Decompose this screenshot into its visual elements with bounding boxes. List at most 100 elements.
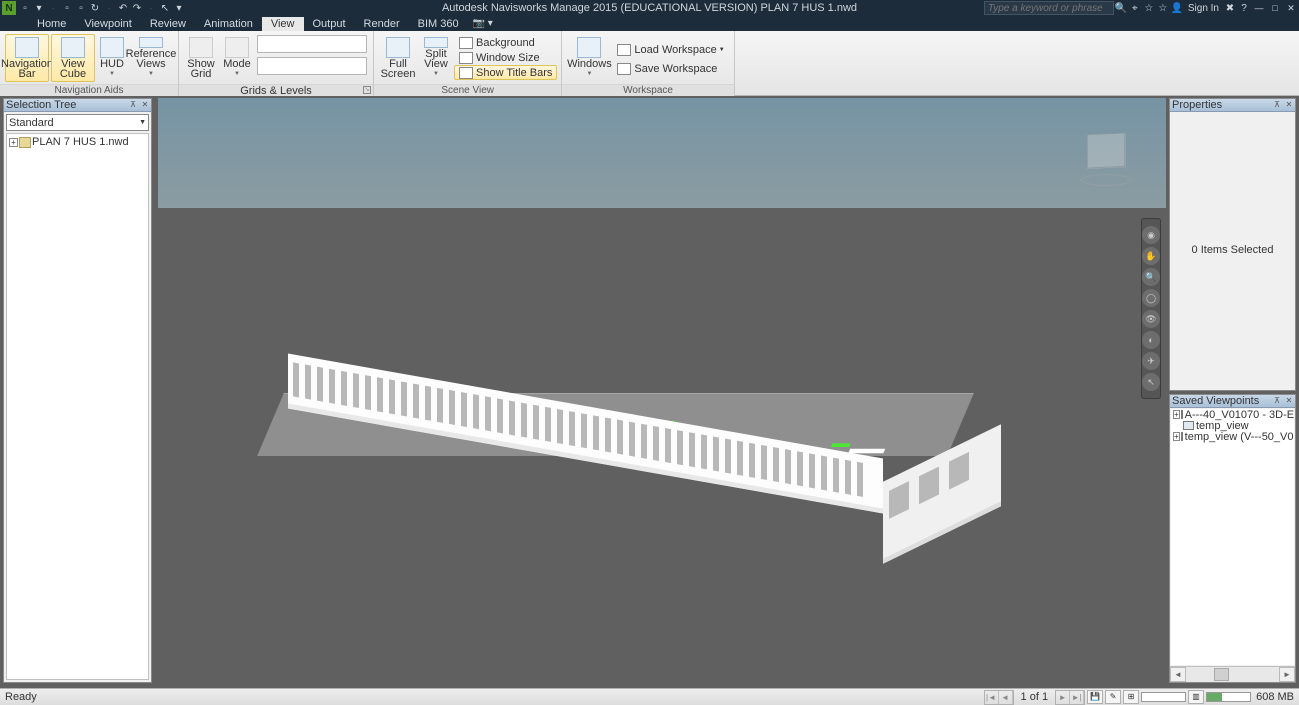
selection-tree-filter-combo[interactable]: Standard▼ (6, 114, 149, 131)
navigation-bar-button[interactable]: Navigation Bar (5, 34, 49, 82)
next-sheet-button[interactable]: ► (1056, 691, 1070, 704)
nav-orbit-icon[interactable]: ◯ (1142, 289, 1160, 307)
search-icon[interactable]: 🔍 (1114, 1, 1128, 15)
selection-tree-header[interactable]: Selection Tree ⊼✕ (4, 99, 151, 112)
grids-launcher-icon[interactable]: ↘ (363, 86, 371, 94)
nav-look-icon[interactable]: 👁 (1142, 310, 1160, 328)
tree-root-node[interactable]: + PLAN 7 HUS 1.nwd (9, 136, 146, 148)
close-button[interactable]: ✕ (1283, 1, 1299, 15)
window-size-button[interactable]: Window Size (454, 50, 557, 65)
nav-pan-icon[interactable]: ✋ (1142, 247, 1160, 265)
viewpoint-icon (1181, 410, 1183, 419)
status-disk-icon[interactable]: 💾 (1087, 690, 1103, 704)
tab-viewpoint[interactable]: Viewpoint (75, 17, 141, 31)
nav-fly-icon[interactable]: ✈ (1142, 352, 1160, 370)
progress-bar (1141, 692, 1186, 702)
sign-in-button[interactable]: Sign In (1184, 1, 1223, 15)
windows-button[interactable]: Windows▼ (567, 34, 611, 82)
viewpoint-item[interactable]: temp_view (1171, 420, 1294, 431)
scroll-left-button[interactable]: ◄ (1170, 667, 1186, 682)
grid-combo-2[interactable] (257, 57, 367, 75)
windows-icon (577, 37, 601, 58)
last-sheet-button[interactable]: ►| (1070, 691, 1084, 704)
grid-combo-1[interactable] (257, 35, 367, 53)
key-icon[interactable]: ⌖ (1128, 1, 1142, 15)
background-button[interactable]: Background (454, 35, 557, 50)
maximize-button[interactable]: □ (1267, 1, 1283, 15)
exchange-icon[interactable]: ✖ (1223, 1, 1237, 15)
tab-render[interactable]: Render (355, 17, 409, 31)
user-icon[interactable]: 👤 (1170, 1, 1184, 15)
status-memory-icon[interactable]: ▥ (1188, 690, 1204, 704)
qat-refresh-icon[interactable]: ↻ (88, 1, 102, 15)
tab-review[interactable]: Review (141, 17, 195, 31)
selection-tree-body[interactable]: + PLAN 7 HUS 1.nwd (6, 133, 149, 680)
hud-button[interactable]: HUD▼ (97, 34, 127, 82)
qat-print-icon[interactable]: ▫ (74, 1, 88, 15)
viewport-3d[interactable]: ◉ ✋ 🔍 ◯ 👁 ◐ ✈ ↖ (158, 98, 1166, 683)
saved-viewpoints-header[interactable]: Saved Viewpoints ⊼✕ (1170, 395, 1295, 408)
refviews-icon (139, 37, 163, 48)
view-cube-button[interactable]: View Cube (51, 34, 95, 82)
pin-icon[interactable]: ⊼ (127, 100, 139, 111)
viewport-sky (158, 98, 1166, 208)
expand-icon[interactable]: + (1173, 432, 1180, 441)
pin-icon[interactable]: ⊼ (1271, 100, 1283, 111)
qat-undo-icon[interactable]: ↶ (116, 1, 130, 15)
qat-save-icon[interactable]: ▫ (60, 1, 74, 15)
ribbon-group-scene-view: Full Screen Split View▼ Background Windo… (374, 31, 562, 96)
qat-dropdown-icon[interactable]: ▾ (172, 1, 186, 15)
load-workspace-button[interactable]: Load Workspace▼ (612, 42, 729, 57)
saved-viewpoints-body[interactable]: +A---40_V01070 - 3D-Export PL temp_view … (1171, 409, 1294, 665)
nav-wheel-icon[interactable]: ◉ (1142, 226, 1160, 244)
navigation-bar-widget: ◉ ✋ 🔍 ◯ 👁 ◐ ✈ ↖ (1141, 218, 1161, 399)
viewpoint-item[interactable]: +temp_view (V---50_V01070.dv (1171, 431, 1294, 442)
view-cube-widget[interactable] (1076, 133, 1136, 188)
model-building[interactable] (303, 278, 1003, 488)
camera-dropdown-icon[interactable]: 📷 ▾ (470, 18, 496, 29)
memory-text: 608 MB (1253, 691, 1297, 703)
status-pencil-icon[interactable]: ✎ (1105, 690, 1121, 704)
nav-select-icon[interactable]: ↖ (1142, 373, 1160, 391)
qat-redo-icon[interactable]: ↷ (130, 1, 144, 15)
status-bar: Ready |◄ ◄ 1 of 1 ► ►| 💾 ✎ ⊞ ▥ 608 MB (0, 688, 1299, 705)
prev-sheet-button[interactable]: ◄ (999, 691, 1013, 704)
save-workspace-button[interactable]: Save Workspace (612, 61, 729, 76)
app-logo-icon[interactable]: N (2, 1, 16, 15)
first-sheet-button[interactable]: |◄ (985, 691, 999, 704)
show-title-bars-button[interactable]: Show Title Bars (454, 65, 557, 80)
properties-header[interactable]: Properties ⊼✕ (1170, 99, 1295, 112)
viewpoint-item[interactable]: +A---40_V01070 - 3D-Export PL (1171, 409, 1294, 420)
grid-icon (189, 37, 213, 58)
scroll-thumb[interactable] (1214, 668, 1229, 681)
splitview-icon (424, 37, 448, 48)
scroll-right-button[interactable]: ► (1279, 667, 1295, 682)
split-view-button[interactable]: Split View▼ (419, 34, 453, 82)
star-icon[interactable]: ☆ (1142, 1, 1156, 15)
tab-bim360[interactable]: BIM 360 (409, 17, 468, 31)
ribbon-group-navigation-aids: Navigation Bar View Cube HUD▼ Reference … (0, 31, 179, 96)
tab-view[interactable]: View (262, 17, 304, 31)
expand-icon[interactable]: + (9, 138, 18, 147)
close-icon[interactable]: ✕ (1283, 396, 1295, 407)
pin-icon[interactable]: ⊼ (1271, 396, 1283, 407)
reference-views-button[interactable]: Reference Views▼ (129, 34, 173, 82)
qat-new-icon[interactable]: ▫ (18, 1, 32, 15)
close-icon[interactable]: ✕ (1283, 100, 1295, 111)
expand-icon[interactable]: + (1173, 410, 1180, 419)
search-input[interactable] (984, 1, 1114, 15)
tab-output[interactable]: Output (304, 17, 355, 31)
help-icon[interactable]: ? (1237, 1, 1251, 15)
qat-select-icon[interactable]: ↖ (158, 1, 172, 15)
tab-animation[interactable]: Animation (195, 17, 262, 31)
qat-open-icon[interactable]: ▾ (32, 1, 46, 15)
horizontal-scrollbar[interactable]: ◄ ► (1170, 666, 1295, 682)
minimize-button[interactable]: — (1251, 1, 1267, 15)
star2-icon[interactable]: ☆ (1156, 1, 1170, 15)
close-icon[interactable]: ✕ (139, 100, 151, 111)
status-web-icon[interactable]: ⊞ (1123, 690, 1139, 704)
nav-zoom-icon[interactable]: 🔍 (1142, 268, 1160, 286)
nav-walk-icon[interactable]: ◐ (1142, 331, 1160, 349)
tab-home[interactable]: Home (28, 17, 75, 31)
full-screen-button[interactable]: Full Screen (379, 34, 417, 82)
